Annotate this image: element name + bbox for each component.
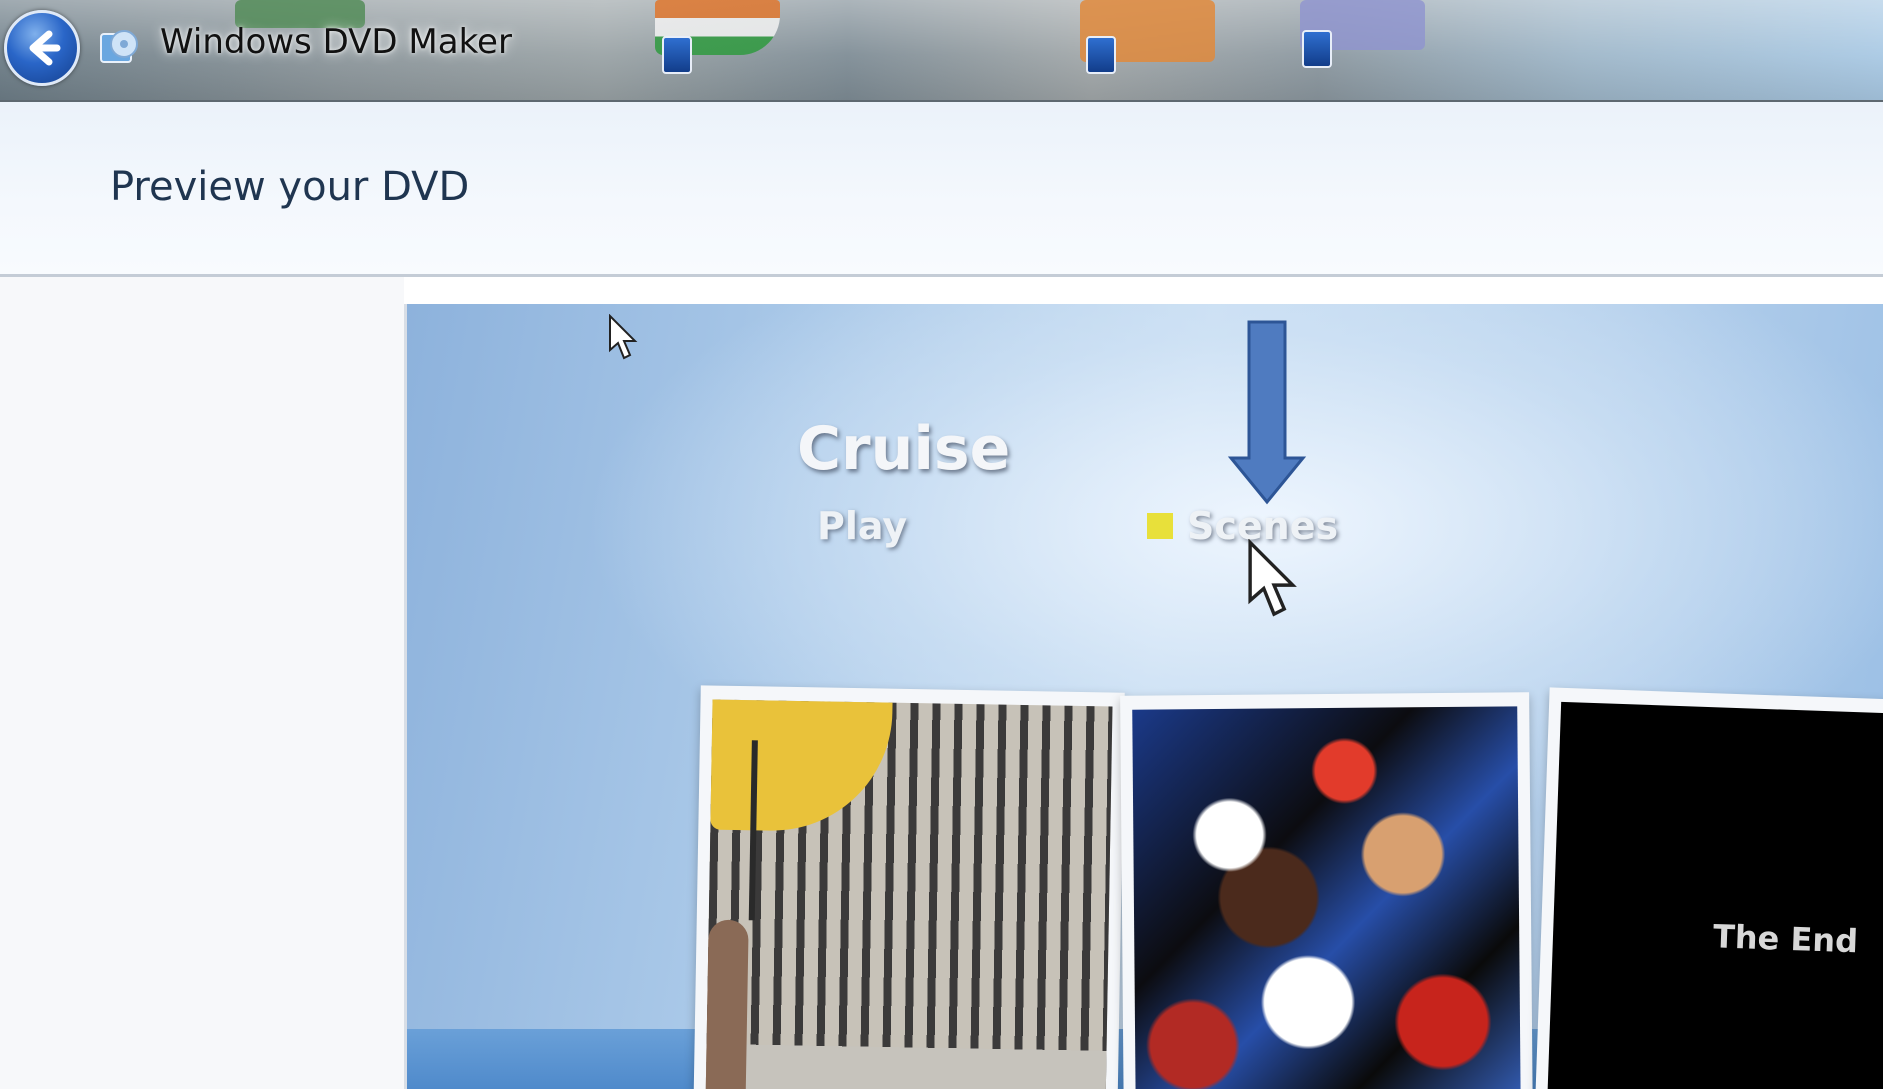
person-shape: [705, 919, 749, 1089]
scene-thumbnail-1[interactable]: [693, 685, 1125, 1089]
page-title: Preview your DVD: [110, 164, 470, 210]
down-arrow-icon: [1227, 320, 1307, 505]
umbrella-shape: [710, 699, 893, 833]
end-card-caption: The End: [1712, 917, 1859, 961]
scene-thumbnail-2[interactable]: [1120, 692, 1533, 1089]
crowd-photo: [1132, 706, 1521, 1089]
back-arrow-icon: [29, 30, 61, 66]
venice-square-photo: [705, 699, 1113, 1089]
end-card: The End: [1546, 701, 1883, 1089]
mouse-cursor-icon: [1248, 539, 1297, 617]
dvd-menu-title: Cruise: [797, 414, 1011, 484]
page-header: Preview your DVD: [0, 102, 1883, 277]
dvd-maker-icon: [100, 30, 138, 63]
title-bar: Windows DVD Maker: [0, 0, 1883, 102]
menu-item-play[interactable]: Play: [817, 504, 907, 548]
pin-icon: [1302, 30, 1332, 68]
window-title: Windows DVD Maker: [160, 22, 512, 62]
scene-thumbnail-3[interactable]: The End: [1534, 687, 1883, 1089]
pin-icon: [662, 36, 692, 74]
menu-item-scenes[interactable]: Scenes: [1147, 504, 1338, 548]
pin-icon: [1086, 36, 1116, 74]
mouse-cursor-icon: [609, 314, 638, 360]
back-button[interactable]: [4, 10, 80, 86]
left-pane: [0, 277, 404, 1089]
selection-indicator: [1147, 513, 1173, 539]
dvd-preview[interactable]: Cruise Play Scenes The End: [404, 304, 1883, 1089]
